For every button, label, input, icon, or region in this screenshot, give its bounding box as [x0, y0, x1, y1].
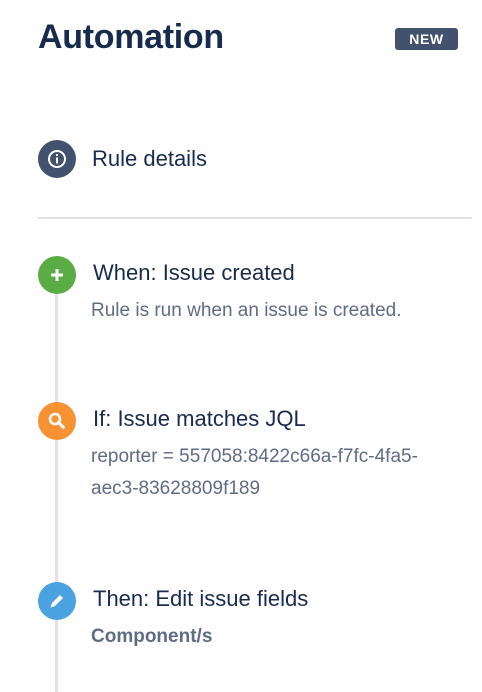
new-badge: NEW: [395, 28, 458, 50]
step-heading: When: Issue created: [93, 260, 295, 285]
page-title: Automation: [38, 18, 224, 56]
rule-details-label: Rule details: [92, 146, 207, 171]
step-description: reporter = 557058:8422c66a-f7fc-4fa5-aec…: [91, 446, 418, 499]
rule-details-item[interactable]: Rule details: [38, 140, 207, 178]
step-heading: Then: Edit issue fields: [93, 586, 309, 611]
step-description: Rule is run when an issue is created.: [91, 300, 402, 321]
pencil-icon: [38, 582, 76, 620]
search-icon: [38, 402, 76, 440]
automation-panel: Automation NEW Rule details When: Issue …: [0, 0, 482, 692]
step-description: Component/s: [91, 626, 213, 647]
plus-icon: [38, 256, 76, 294]
timeline-line: [55, 290, 58, 692]
step-heading: If: Issue matches JQL: [93, 406, 306, 431]
divider: [38, 217, 472, 219]
info-icon: [38, 140, 76, 178]
